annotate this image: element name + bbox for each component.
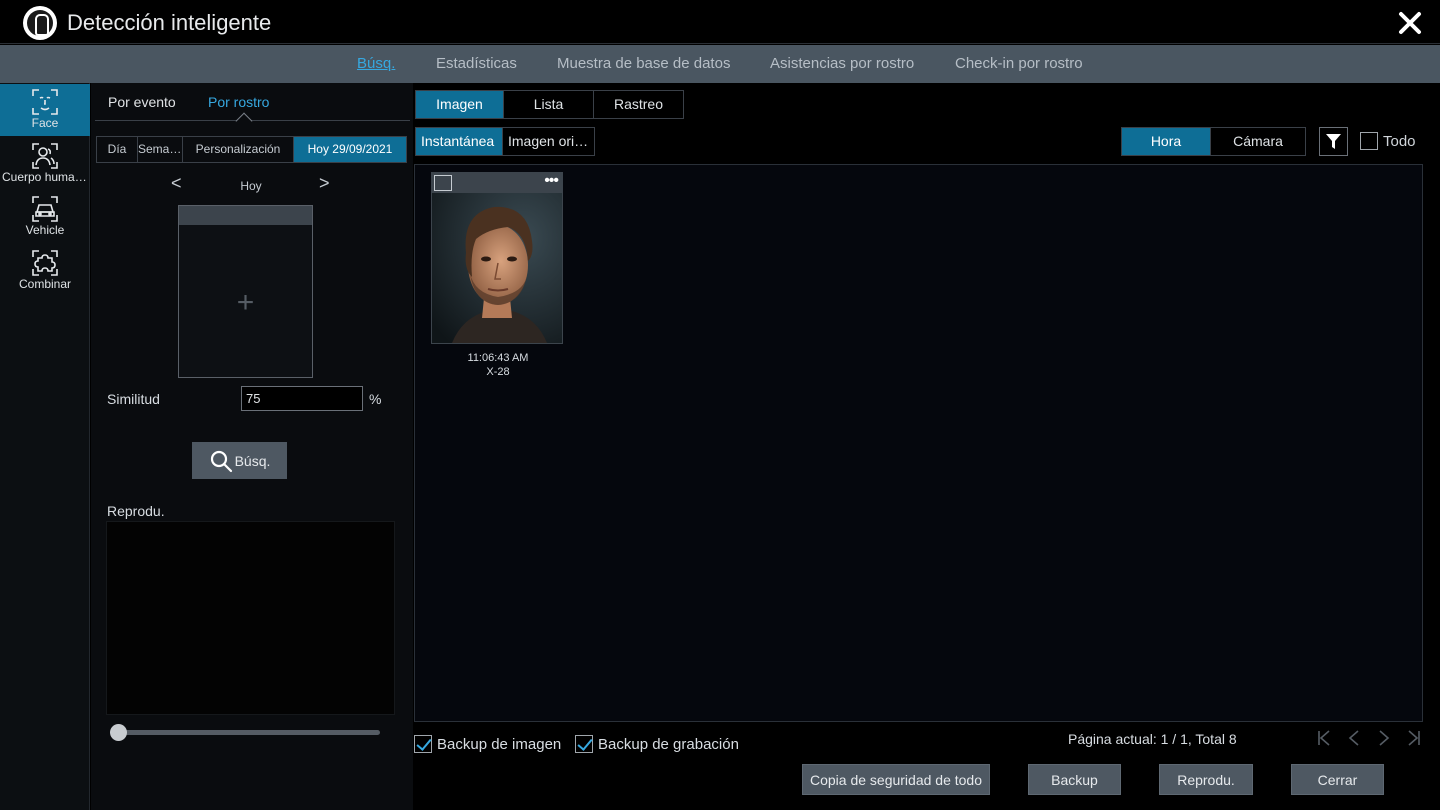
similarity-unit: %: [369, 391, 382, 407]
face-snapshot-image: [432, 193, 562, 343]
add-face-icon: +: [236, 286, 255, 319]
last-page-icon: [1408, 730, 1420, 746]
sort-by-camera[interactable]: Cámara: [1211, 128, 1305, 155]
last-page-button[interactable]: [1404, 728, 1424, 748]
title-bar: Detección inteligente: [0, 0, 1440, 44]
result-camera: X-28: [486, 366, 510, 378]
view-mode-tabs: Imagen Lista Rastreo: [415, 90, 684, 119]
more-options-icon[interactable]: •••: [544, 173, 559, 189]
add-face-box[interactable]: +: [178, 205, 313, 378]
search-icon: [210, 450, 232, 472]
sort-by-time[interactable]: Hora: [1122, 128, 1211, 155]
day-label: Hoy: [240, 179, 262, 193]
sidebar-item-label: Face: [31, 116, 59, 130]
first-page-button[interactable]: [1314, 728, 1334, 748]
next-page-button[interactable]: [1374, 728, 1394, 748]
next-day-button[interactable]: >: [319, 173, 330, 194]
search-button-label: Búsq.: [234, 452, 271, 469]
result-card[interactable]: ••• 11:06:43 AM X-28: [431, 172, 565, 378]
sidebar-item-label: Combinar: [18, 277, 72, 291]
window-title: Detección inteligente: [67, 10, 272, 35]
close-button[interactable]: [1395, 8, 1425, 38]
select-all-checkbox[interactable]: [1360, 132, 1378, 150]
backup-recording-option[interactable]: Backup de grabación: [575, 735, 739, 753]
first-page-icon: [1318, 730, 1330, 746]
results-grid: ••• 11:06:43 AM X-28: [414, 164, 1423, 722]
nav-face-attendance[interactable]: Asistencias por rostro: [770, 55, 914, 72]
result-time: 11:06:43 AM: [467, 352, 529, 364]
playback-slider-thumb[interactable]: [110, 724, 127, 741]
playback-label: Reprodu.: [107, 503, 165, 519]
playback-button[interactable]: Reprodu.: [1159, 764, 1253, 795]
next-page-icon: [1379, 730, 1390, 746]
playback-slider-track[interactable]: [116, 730, 380, 735]
search-button[interactable]: Búsq.: [192, 442, 287, 479]
date-range-day[interactable]: Día: [97, 137, 138, 162]
top-navigation: Búsq. Estadísticas Muestra de base de da…: [0, 45, 1440, 83]
human-body-icon: [32, 143, 58, 169]
backup-recording-label: Backup de grabación: [598, 735, 739, 753]
tab-snapshot[interactable]: Instantánea: [416, 128, 503, 155]
close-icon: [1399, 12, 1421, 34]
tab-list[interactable]: Lista: [504, 91, 594, 118]
similarity-input[interactable]: [241, 386, 363, 411]
backup-image-option[interactable]: Backup de imagen: [414, 735, 561, 753]
backup-recording-checkbox[interactable]: [575, 735, 593, 753]
search-criteria-panel: Por evento Por rostro Día Semana Persona…: [91, 83, 413, 810]
backup-button[interactable]: Backup: [1028, 764, 1121, 795]
nav-database-sample[interactable]: Muestra de base de datos: [557, 55, 730, 72]
tab-original-image[interactable]: Imagen original: [503, 128, 594, 155]
sidebar: Face Cuerpo humano Vehicle Combinar: [0, 83, 90, 810]
backup-all-button[interactable]: Copia de seguridad de todo: [802, 764, 990, 795]
tab-image[interactable]: Imagen: [416, 91, 504, 118]
vehicle-icon: [32, 196, 58, 222]
nav-face-checkin[interactable]: Check-in por rostro: [955, 55, 1083, 72]
date-range-selector: Día Semana Personalización Hoy 29/09/202…: [96, 136, 407, 163]
backup-image-checkbox[interactable]: [414, 735, 432, 753]
sidebar-item-label: Vehicle: [25, 223, 65, 237]
search-mode-tabs: Por evento Por rostro: [95, 83, 410, 130]
sidebar-item-vehicle[interactable]: Vehicle: [0, 191, 90, 243]
date-range-week[interactable]: Semana: [138, 137, 183, 162]
filter-button[interactable]: [1319, 127, 1348, 156]
sidebar-item-face[interactable]: Face: [0, 84, 90, 136]
sort-tabs: Hora Cámara: [1121, 127, 1306, 156]
date-range-custom[interactable]: Personalización: [183, 137, 294, 162]
close-dialog-button[interactable]: Cerrar: [1291, 764, 1384, 795]
nav-statistics[interactable]: Estadísticas: [436, 55, 517, 72]
active-tab-caret: [235, 112, 253, 130]
backup-image-label: Backup de imagen: [437, 735, 562, 753]
nav-search[interactable]: Búsq.: [357, 55, 395, 72]
date-range-today[interactable]: Hoy 29/09/2021: [294, 137, 406, 162]
filter-icon: [1326, 134, 1341, 149]
sidebar-item-human-body[interactable]: Cuerpo humano: [0, 138, 90, 190]
playback-video-area[interactable]: [106, 521, 395, 715]
select-all-label: Todo: [1383, 132, 1416, 150]
tab-tracking[interactable]: Rastreo: [594, 91, 683, 118]
result-thumbnail[interactable]: •••: [431, 172, 563, 344]
sidebar-item-combine[interactable]: Combinar: [0, 245, 90, 297]
prev-page-button[interactable]: [1344, 728, 1364, 748]
day-navigator: < Hoy >: [171, 173, 331, 195]
tab-by-event[interactable]: Por evento: [108, 94, 176, 110]
image-type-tabs: Instantánea Imagen original: [415, 127, 595, 156]
tab-by-face[interactable]: Por rostro: [208, 94, 269, 110]
prev-page-icon: [1348, 730, 1359, 746]
select-all[interactable]: Todo: [1360, 132, 1416, 150]
page-info: Página actual: 1 / 1, Total 8: [1068, 731, 1237, 747]
similarity-label: Similitud: [107, 391, 160, 407]
face-box-header: [179, 206, 312, 225]
sidebar-item-label: Cuerpo humano: [2, 170, 89, 184]
result-select-checkbox[interactable]: [434, 175, 452, 191]
app-logo-icon: [23, 6, 57, 40]
puzzle-icon: [32, 250, 58, 276]
face-scan-icon: [32, 89, 58, 115]
